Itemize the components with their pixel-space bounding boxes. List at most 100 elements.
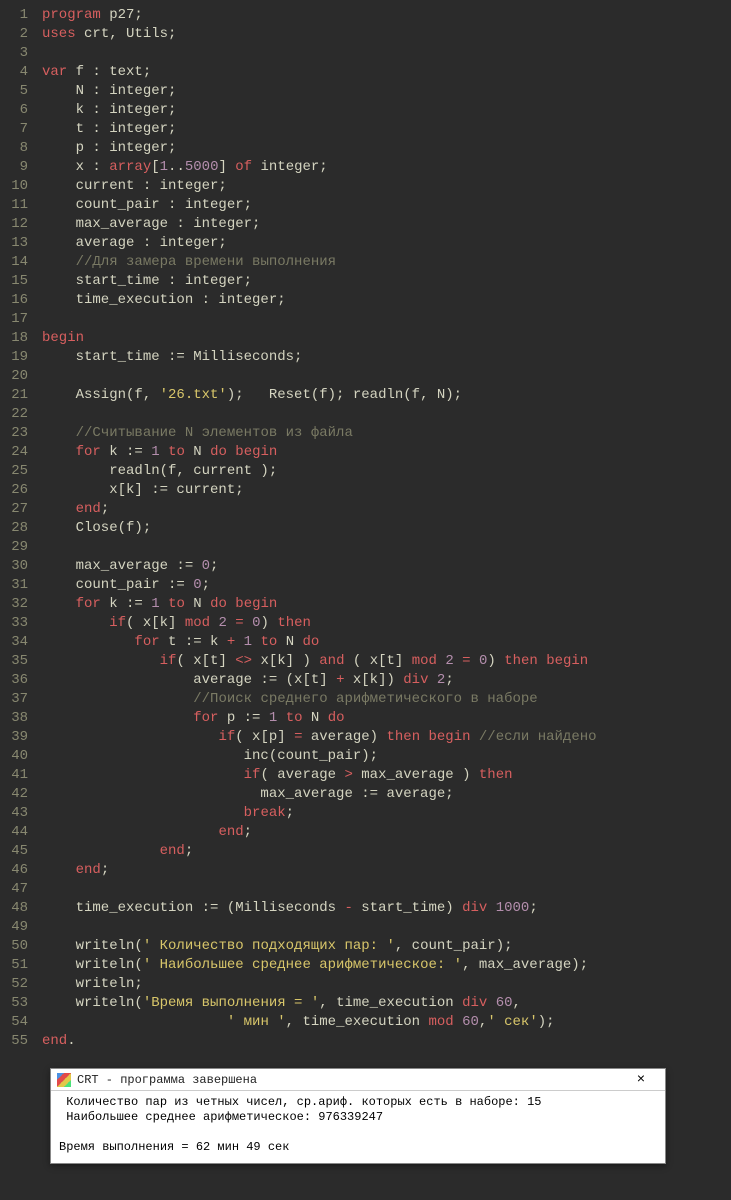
code-line[interactable]: program p27; <box>42 6 597 25</box>
line-number: 32 <box>0 595 28 614</box>
code-line[interactable] <box>42 367 597 386</box>
code-line[interactable]: break; <box>42 804 597 823</box>
code-line[interactable]: for t := k + 1 to N do <box>42 633 597 652</box>
code-area[interactable]: program p27;uses crt, Utils; var f : text… <box>42 6 597 1051</box>
line-number: 25 <box>0 462 28 481</box>
code-line[interactable]: inc(count_pair); <box>42 747 597 766</box>
code-editor[interactable]: 1234567891011121314151617181920212223242… <box>0 0 731 1057</box>
code-line[interactable]: //Считывание N элементов из файла <box>42 424 597 443</box>
code-line[interactable]: if( x[t] <> x[k] ) and ( x[t] mod 2 = 0)… <box>42 652 597 671</box>
line-number: 4 <box>0 63 28 82</box>
code-line[interactable]: writeln; <box>42 975 597 994</box>
code-line[interactable]: count_pair := 0; <box>42 576 597 595</box>
line-number: 14 <box>0 253 28 272</box>
code-line[interactable]: writeln('Время выполнения = ', time_exec… <box>42 994 597 1013</box>
code-line[interactable]: max_average := 0; <box>42 557 597 576</box>
close-icon[interactable]: × <box>623 1072 659 1088</box>
line-number: 53 <box>0 994 28 1013</box>
code-line[interactable]: k : integer; <box>42 101 597 120</box>
code-line[interactable]: if( x[k] mod 2 = 0) then <box>42 614 597 633</box>
code-line[interactable] <box>42 918 597 937</box>
code-line[interactable]: writeln(' Наибольшее среднее арифметичес… <box>42 956 597 975</box>
line-number: 49 <box>0 918 28 937</box>
code-line[interactable]: max_average : integer; <box>42 215 597 234</box>
line-number: 55 <box>0 1032 28 1051</box>
code-line[interactable]: end; <box>42 842 597 861</box>
line-number: 1 <box>0 6 28 25</box>
code-line[interactable]: end; <box>42 500 597 519</box>
line-number: 18 <box>0 329 28 348</box>
code-line[interactable]: end; <box>42 823 597 842</box>
console-titlebar[interactable]: CRT - программа завершена × <box>51 1069 665 1091</box>
line-number: 23 <box>0 424 28 443</box>
code-line[interactable] <box>42 310 597 329</box>
code-line[interactable]: time_execution := (Milliseconds - start_… <box>42 899 597 918</box>
code-line[interactable] <box>42 538 597 557</box>
code-line[interactable]: x : array[1..5000] of integer; <box>42 158 597 177</box>
line-number: 39 <box>0 728 28 747</box>
code-line[interactable]: uses crt, Utils; <box>42 25 597 44</box>
code-line[interactable]: x[k] := current; <box>42 481 597 500</box>
line-number: 30 <box>0 557 28 576</box>
code-line[interactable]: if( x[p] = average) then begin //если на… <box>42 728 597 747</box>
line-number: 16 <box>0 291 28 310</box>
line-number: 17 <box>0 310 28 329</box>
line-number: 10 <box>0 177 28 196</box>
line-number: 41 <box>0 766 28 785</box>
code-line[interactable]: ' мин ', time_execution mod 60,' сек'); <box>42 1013 597 1032</box>
line-number: 22 <box>0 405 28 424</box>
line-number: 44 <box>0 823 28 842</box>
code-line[interactable]: t : integer; <box>42 120 597 139</box>
code-line[interactable]: //Для замера времени выполнения <box>42 253 597 272</box>
line-number: 33 <box>0 614 28 633</box>
line-number: 2 <box>0 25 28 44</box>
line-number: 48 <box>0 899 28 918</box>
code-line[interactable]: max_average := average; <box>42 785 597 804</box>
line-number: 20 <box>0 367 28 386</box>
console-title-text: CRT - программа завершена <box>77 1073 623 1087</box>
code-line[interactable] <box>42 880 597 899</box>
code-line[interactable]: N : integer; <box>42 82 597 101</box>
app-icon <box>57 1073 71 1087</box>
code-line[interactable]: p : integer; <box>42 139 597 158</box>
line-number: 15 <box>0 272 28 291</box>
code-line[interactable]: Close(f); <box>42 519 597 538</box>
code-line[interactable]: //Поиск среднего арифметического в набор… <box>42 690 597 709</box>
code-line[interactable]: average := (x[t] + x[k]) div 2; <box>42 671 597 690</box>
line-number: 36 <box>0 671 28 690</box>
line-number: 6 <box>0 101 28 120</box>
line-number: 13 <box>0 234 28 253</box>
code-line[interactable]: for k := 1 to N do begin <box>42 443 597 462</box>
code-line[interactable]: count_pair : integer; <box>42 196 597 215</box>
code-line[interactable]: average : integer; <box>42 234 597 253</box>
line-number: 52 <box>0 975 28 994</box>
line-number: 29 <box>0 538 28 557</box>
code-line[interactable]: start_time : integer; <box>42 272 597 291</box>
code-line[interactable]: end. <box>42 1032 597 1051</box>
line-number: 8 <box>0 139 28 158</box>
line-number-gutter: 1234567891011121314151617181920212223242… <box>0 6 42 1051</box>
line-number: 21 <box>0 386 28 405</box>
code-line[interactable]: if( average > max_average ) then <box>42 766 597 785</box>
code-line[interactable]: readln(f, current ); <box>42 462 597 481</box>
code-line[interactable]: begin <box>42 329 597 348</box>
line-number: 28 <box>0 519 28 538</box>
console-window[interactable]: CRT - программа завершена × Количество п… <box>50 1068 666 1164</box>
line-number: 9 <box>0 158 28 177</box>
code-line[interactable]: end; <box>42 861 597 880</box>
line-number: 42 <box>0 785 28 804</box>
code-line[interactable]: var f : text; <box>42 63 597 82</box>
code-line[interactable]: writeln(' Количество подходящих пар: ', … <box>42 937 597 956</box>
code-line[interactable] <box>42 405 597 424</box>
line-number: 12 <box>0 215 28 234</box>
console-output: Количество пар из четных чисел, ср.ариф.… <box>51 1091 665 1163</box>
code-line[interactable]: start_time := Milliseconds; <box>42 348 597 367</box>
code-line[interactable]: current : integer; <box>42 177 597 196</box>
code-line[interactable]: Assign(f, '26.txt'); Reset(f); readln(f,… <box>42 386 597 405</box>
code-line[interactable]: for k := 1 to N do begin <box>42 595 597 614</box>
line-number: 5 <box>0 82 28 101</box>
line-number: 27 <box>0 500 28 519</box>
code-line[interactable] <box>42 44 597 63</box>
code-line[interactable]: for p := 1 to N do <box>42 709 597 728</box>
code-line[interactable]: time_execution : integer; <box>42 291 597 310</box>
